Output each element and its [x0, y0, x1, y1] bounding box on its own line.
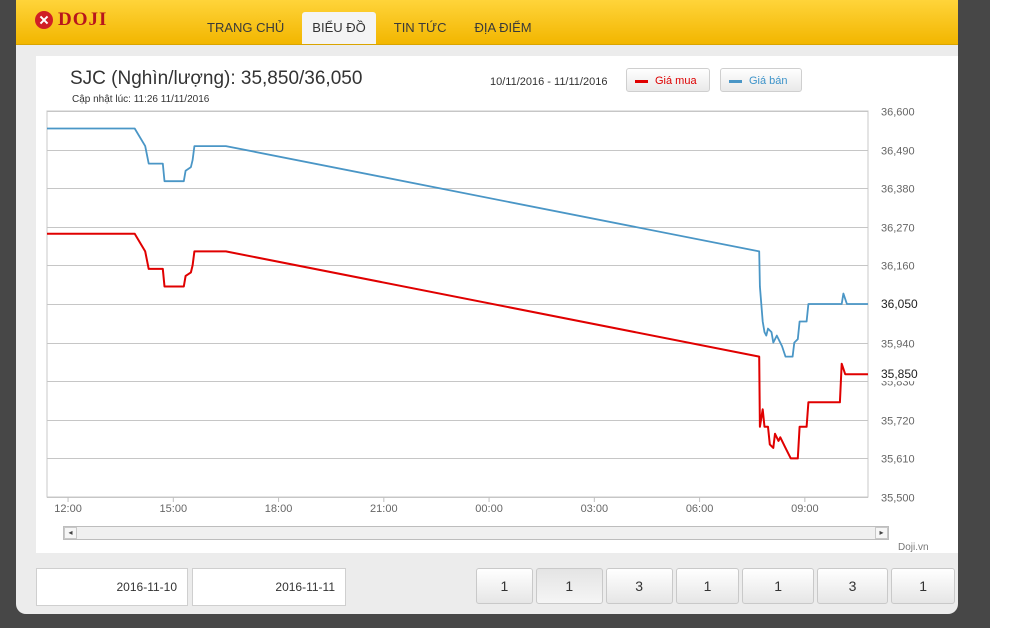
- right-edge: [990, 0, 1022, 628]
- y-tick-label: 36,160: [881, 261, 915, 273]
- x-tick-label: 09:00: [791, 503, 819, 515]
- doji-logo-icon: [35, 11, 53, 29]
- legend-buy-swatch: [635, 80, 648, 83]
- chart-scrollbar[interactable]: ◂ ▸: [63, 526, 889, 540]
- y-tick-label: 36,270: [881, 223, 915, 235]
- date-range-label: 10/11/2016 - 11/11/2016: [490, 76, 608, 88]
- y-tick-label: 35,610: [881, 454, 915, 466]
- x-tick-label: 03:00: [581, 503, 609, 515]
- current-value-label-buy: 35,850: [881, 367, 918, 381]
- x-tick-label: 00:00: [475, 503, 503, 515]
- period-1-day-button[interactable]: 1 ngày: [535, 568, 603, 614]
- logo-text: DOJI: [58, 9, 108, 30]
- y-tick-label: 35,940: [881, 339, 915, 351]
- source-credit: Doji.vn: [898, 542, 929, 553]
- chart-panel: 36,600 36,490 36,380 36,270 36,160 36,050 35,9…: [36, 56, 958, 553]
- current-value-label-sell: 36,050: [881, 297, 918, 311]
- top-navigation-bar: DOJI TRANG CHỦ BIỂU ĐỒ TIN TỨC ĐỊA ĐIỂM: [16, 0, 958, 45]
- chart-title: SJC (Nghìn/lượng): 35,850/36,050: [70, 68, 363, 89]
- date-from-field[interactable]: 2016-11-10: [36, 568, 188, 606]
- x-tick-label: 15:00: [160, 503, 188, 515]
- legend-sell-button[interactable]: Giá bán: [720, 68, 802, 92]
- period-1-week-button[interactable]: 1 tuần: [675, 568, 740, 614]
- y-tick-label: 36,600: [881, 107, 915, 119]
- legend-buy-button[interactable]: Giá mua: [626, 68, 710, 92]
- nav-news[interactable]: TIN TỨC: [384, 12, 457, 44]
- nav-locations[interactable]: ĐỊA ĐIỂM: [465, 12, 542, 44]
- period-1-year-button[interactable]: 1 năm: [891, 568, 955, 614]
- doji-logo[interactable]: DOJI: [35, 9, 107, 31]
- legend-sell-label: Giá bán: [749, 75, 788, 87]
- update-time: Cập nhật lúc: 11:26 11/11/2016: [72, 94, 210, 105]
- scroll-left-button[interactable]: ◂: [64, 527, 77, 539]
- main-nav: TRANG CHỦ BIỂU ĐỒ TIN TỨC ĐỊA ĐIỂM: [197, 12, 550, 44]
- period-1-month-button[interactable]: 1 tháng: [742, 568, 814, 614]
- period-selector: 1 giờ 1 ngày 3 ngày 1 tuần 1 tháng 3 thá…: [476, 568, 958, 614]
- price-chart: 36,600 36,490 36,380 36,270 36,160 36,050 35,9…: [46, 107, 922, 515]
- nav-home[interactable]: TRANG CHỦ: [197, 12, 294, 44]
- period-1-hour-button[interactable]: 1 giờ: [476, 568, 533, 614]
- x-tick-label: 21:00: [370, 503, 398, 515]
- app-window: DOJI TRANG CHỦ BIỂU ĐỒ TIN TỨC ĐỊA ĐIỂM …: [16, 0, 958, 614]
- legend-sell-swatch: [729, 80, 742, 83]
- x-tick-label: 06:00: [686, 503, 714, 515]
- date-to-field[interactable]: 2016-11-11: [192, 568, 346, 606]
- period-3-months-button[interactable]: 3 tháng: [816, 568, 889, 614]
- scroll-right-button[interactable]: ▸: [875, 527, 888, 539]
- x-tick-label: 18:00: [265, 503, 293, 515]
- y-tick-label: 35,500: [881, 493, 915, 505]
- legend-buy-label: Giá mua: [655, 75, 697, 87]
- period-3-days-button[interactable]: 3 ngày: [605, 568, 673, 614]
- x-tick-label: 12:00: [54, 503, 82, 515]
- y-tick-label: 36,380: [881, 184, 915, 196]
- y-tick-label: 36,490: [881, 146, 915, 158]
- y-tick-label: 35,720: [881, 416, 915, 428]
- nav-chart[interactable]: BIỂU ĐỒ: [302, 12, 376, 44]
